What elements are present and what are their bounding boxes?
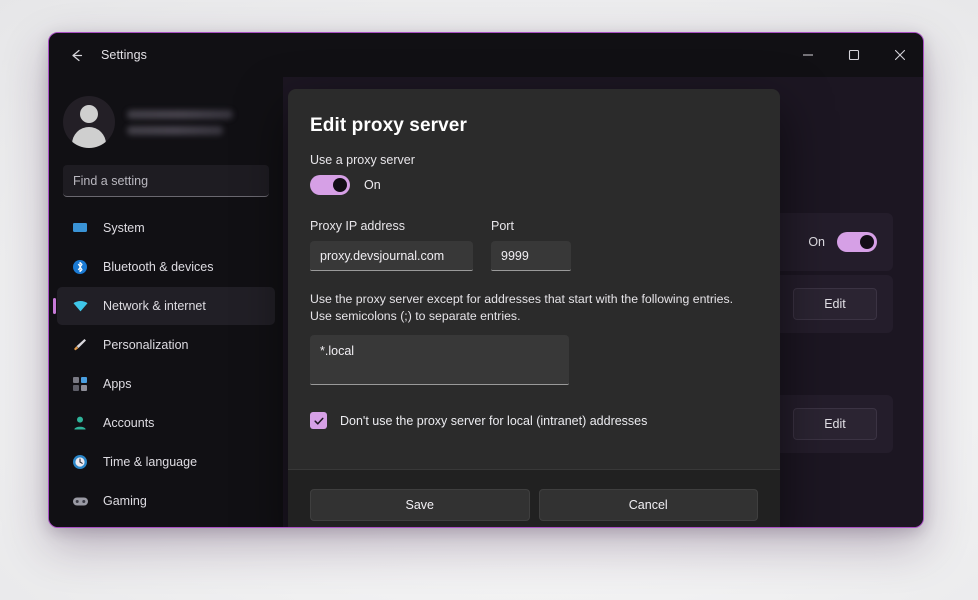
- use-proxy-toggle-row: On: [310, 175, 758, 195]
- wifi-icon: [71, 297, 89, 315]
- clock-icon: [71, 453, 89, 471]
- proxy-toggle[interactable]: [837, 232, 877, 252]
- apps-grid-icon: [71, 375, 89, 393]
- window-title: Settings: [101, 48, 147, 62]
- gamepad-icon: [71, 492, 89, 510]
- search-input[interactable]: [73, 173, 259, 188]
- cancel-button[interactable]: Cancel: [538, 488, 758, 521]
- settings-window: Settings Find a setting System Bluetooth…: [48, 32, 924, 528]
- checkmark-icon: [313, 417, 324, 425]
- settings-sidebar: System Bluetooth & devices: [49, 77, 283, 527]
- sidebar-item-label: Accounts: [103, 416, 155, 430]
- port-group: Port: [491, 219, 571, 271]
- sidebar-item-bluetooth-devices[interactable]: Bluetooth & devices: [57, 248, 275, 286]
- profile-section[interactable]: [49, 81, 283, 153]
- back-arrow-icon[interactable]: [59, 40, 93, 70]
- paintbrush-icon: [71, 336, 89, 354]
- minimize-icon[interactable]: [785, 33, 831, 77]
- port-label: Port: [491, 219, 514, 233]
- sidebar-item-label: System: [103, 221, 145, 235]
- bluetooth-icon: [71, 258, 89, 276]
- port-input[interactable]: [491, 241, 571, 271]
- sidebar-item-label: Personalization: [103, 338, 189, 352]
- sidebar-item-apps[interactable]: Apps: [57, 365, 275, 403]
- sidebar-item-label: Time & language: [103, 455, 198, 469]
- use-proxy-server-label: Use a proxy server: [310, 153, 415, 167]
- edit-button[interactable]: Edit: [793, 408, 877, 440]
- edit-button[interactable]: Edit: [793, 288, 877, 320]
- search-box[interactable]: [63, 165, 269, 197]
- save-button[interactable]: Save: [310, 488, 530, 521]
- exceptions-textarea[interactable]: [310, 335, 569, 385]
- edit-proxy-server-dialog: Edit proxy server Use a proxy server On …: [288, 89, 780, 527]
- profile-email-redacted: [127, 125, 223, 135]
- use-proxy-toggle[interactable]: [310, 175, 350, 195]
- sidebar-item-label: Bluetooth & devices: [103, 260, 214, 274]
- person-icon: [71, 414, 89, 432]
- sidebar-item-label: Gaming: [103, 494, 147, 508]
- sidebar-item-personalization[interactable]: Personalization: [57, 326, 275, 364]
- exceptions-description: Use the proxy server except for addresse…: [310, 292, 734, 323]
- selection-indicator: [53, 298, 56, 314]
- address-port-row: Proxy IP address Port: [310, 219, 758, 271]
- use-proxy-toggle-state: On: [364, 178, 381, 192]
- proxy-ip-label: Proxy IP address: [310, 219, 405, 233]
- sidebar-nav-list: System Bluetooth & devices Network & int…: [49, 209, 283, 520]
- window-titlebar: Settings: [49, 33, 923, 77]
- maximize-icon[interactable]: [831, 33, 877, 77]
- dialog-title: Edit proxy server: [310, 115, 467, 136]
- profile-name-redacted: [127, 109, 233, 119]
- toggle-knob: [860, 235, 874, 249]
- sidebar-item-accounts[interactable]: Accounts: [57, 404, 275, 442]
- sidebar-item-label: Apps: [103, 377, 132, 391]
- bypass-local-checkbox[interactable]: [310, 412, 327, 429]
- sidebar-item-gaming[interactable]: Gaming: [57, 482, 275, 520]
- bypass-local-row[interactable]: Don't use the proxy server for local (in…: [310, 412, 758, 429]
- bypass-local-label: Don't use the proxy server for local (in…: [340, 413, 648, 428]
- proxy-toggle-state-label: On: [808, 235, 825, 249]
- user-avatar-icon: [63, 96, 115, 148]
- dialog-body: Edit proxy server Use a proxy server On …: [288, 89, 780, 429]
- window-controls: [785, 33, 923, 77]
- monitor-icon: [71, 219, 89, 237]
- toggle-knob: [333, 178, 347, 192]
- sidebar-item-network-internet[interactable]: Network & internet: [53, 287, 275, 325]
- profile-text: [127, 109, 233, 135]
- sidebar-item-system[interactable]: System: [57, 209, 275, 247]
- sidebar-item-time-language[interactable]: Time & language: [57, 443, 275, 481]
- dialog-footer: Save Cancel: [288, 469, 780, 527]
- close-icon[interactable]: [877, 33, 923, 77]
- proxy-ip-input[interactable]: [310, 241, 473, 271]
- sidebar-item-label: Network & internet: [103, 299, 206, 313]
- proxy-ip-group: Proxy IP address: [310, 219, 473, 271]
